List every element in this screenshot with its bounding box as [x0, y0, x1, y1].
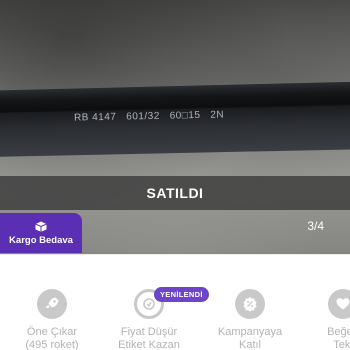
join-campaign-label-line1: Kampanyaya	[217, 326, 283, 338]
free-cargo-label: Kargo Bedava	[9, 234, 73, 246]
boost-label-line2: (495 roket)	[25, 339, 79, 350]
boost-label-line1: Öne Çıkar	[26, 326, 78, 338]
join-campaign-label-line2: Katıl	[238, 339, 261, 350]
sold-label: SATILDI	[146, 185, 204, 201]
favorite-label-line2: Tekl	[333, 339, 350, 350]
join-campaign-button[interactable]: Kampanyaya Katıl	[205, 289, 295, 350]
listing-action-bar: YENİLENDİ Öne Çıkar (495 roket) Fiyat Dü…	[0, 254, 350, 350]
rocket-icon	[37, 289, 67, 319]
lower-price-label-line2: Etiket Kazan	[118, 339, 180, 350]
boost-button[interactable]: Öne Çıkar (495 roket)	[7, 289, 97, 350]
product-photo[interactable]: RB 4147 601/32 60□15 2N SATILDI 3/4 Karg…	[0, 0, 350, 254]
favorite-offer-button[interactable]: Beğen Tekl	[298, 289, 350, 350]
listing-screen: RB 4147 601/32 60□15 2N SATILDI 3/4 Karg…	[0, 0, 350, 350]
box-icon	[35, 221, 47, 232]
discount-icon	[235, 289, 265, 319]
lower-price-label-line1: Fiyat Düşür	[120, 326, 178, 338]
heart-icon	[328, 289, 350, 319]
free-cargo-badge: Kargo Bedava	[0, 213, 82, 253]
image-page-counter: 3/4	[307, 219, 324, 233]
renewed-badge: YENİLENDİ	[154, 287, 209, 302]
sold-overlay: SATILDI	[0, 176, 350, 210]
favorite-label-line1: Beğen	[327, 326, 350, 338]
